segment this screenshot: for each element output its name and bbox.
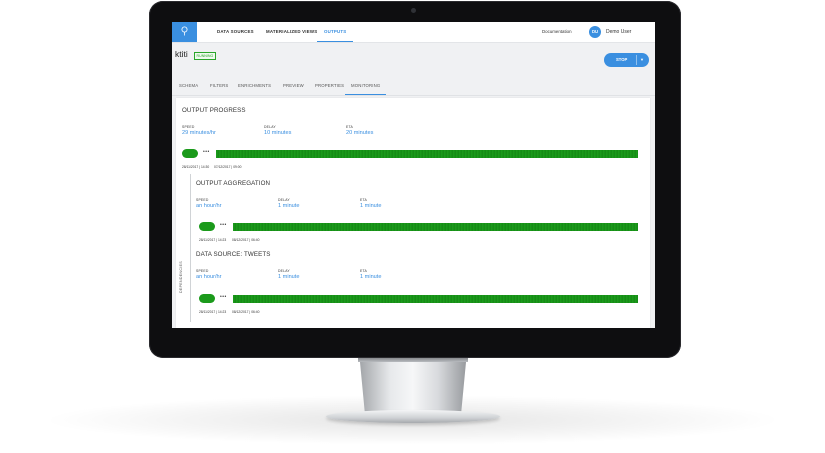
eta-label: ETA xyxy=(360,198,367,202)
speed-value: an hour/hr xyxy=(196,274,222,280)
end-timestamp: 08/12/2017 | 06:40 xyxy=(232,238,260,242)
tab-monitoring[interactable]: MONITORING xyxy=(345,77,387,95)
delay-value: 10 minutes xyxy=(264,130,292,136)
dependencies-rail xyxy=(190,174,191,322)
delay-label: DELAY xyxy=(264,125,276,129)
eta-label: ETA xyxy=(346,125,353,129)
nav-tab-materialized-views[interactable]: MATERIALIZED VIEWS xyxy=(266,22,317,41)
progress-ellipsis: ••• xyxy=(220,294,227,300)
eta-value: 1 minute xyxy=(360,203,382,209)
start-timestamp: 28/11/2017 | 14:23 xyxy=(199,310,227,314)
top-navigation: DATA SOURCES MATERIALIZED VIEWS OUTPUTS … xyxy=(172,22,655,43)
progress-ellipsis: ••• xyxy=(220,222,227,228)
progress-start-marker xyxy=(182,149,198,158)
app-screen: DATA SOURCES MATERIALIZED VIEWS OUTPUTS … xyxy=(172,22,655,328)
monitor-bezel: DATA SOURCES MATERIALIZED VIEWS OUTPUTS … xyxy=(149,1,681,358)
monitoring-panel: OUTPUT PROGRESS SPEED 29 minutes/hr DELA… xyxy=(176,98,650,328)
eta-label: ETA xyxy=(360,269,367,273)
delay-value: 1 minute xyxy=(278,203,300,209)
monitor-base xyxy=(326,410,500,423)
progress-track xyxy=(233,223,638,231)
progress-start-marker xyxy=(199,294,215,303)
speed-value: an hour/hr xyxy=(196,203,222,209)
delay-label: DELAY xyxy=(278,198,290,202)
output-tabs: SCHEMA FILTERS ENRICHMENTS PREVIEW PROPE… xyxy=(172,77,655,96)
stop-button-divider xyxy=(636,55,637,65)
tab-filters[interactable]: FILTERS xyxy=(210,77,228,94)
progress-track xyxy=(233,295,638,303)
speed-label: SPEED xyxy=(196,269,209,273)
progress-fill xyxy=(233,223,638,231)
chevron-down-icon[interactable]: ▼ xyxy=(640,53,644,67)
status-badge: RUNNING xyxy=(194,52,216,60)
avatar[interactable]: DU xyxy=(589,26,601,38)
progress-start-marker xyxy=(199,222,215,231)
speed-label: SPEED xyxy=(196,198,209,202)
end-timestamp: 07/12/2017 | 09:00 xyxy=(214,165,242,169)
nav-tab-outputs[interactable]: OUTPUTS xyxy=(317,22,354,42)
tab-enrichments[interactable]: ENRICHMENTS xyxy=(238,77,271,94)
page-title: ktiti xyxy=(175,49,188,59)
progress-fill xyxy=(233,295,638,303)
bulb-icon[interactable] xyxy=(172,22,197,42)
delay-value: 1 minute xyxy=(278,274,300,280)
section-title-data-source-tweets: DATA SOURCE: TWEETS xyxy=(196,251,271,258)
documentation-link[interactable]: Documentation xyxy=(542,22,572,42)
start-timestamp: 28/11/2017 | 14:23 xyxy=(199,238,227,242)
stop-button[interactable]: STOP ▼ xyxy=(604,53,649,67)
progress-ellipsis: ••• xyxy=(203,149,210,155)
nav-tab-data-sources[interactable]: DATA SOURCES xyxy=(217,22,254,41)
monitor-stand xyxy=(359,356,467,416)
eta-value: 20 minutes xyxy=(346,130,374,136)
progress-fill xyxy=(216,150,638,158)
speed-value: 29 minutes/hr xyxy=(182,130,216,136)
section-title-output-aggregation: OUTPUT AGGREGATION xyxy=(196,180,271,187)
tab-schema[interactable]: SCHEMA xyxy=(179,77,198,94)
end-timestamp: 08/12/2017 | 06:40 xyxy=(232,310,260,314)
stop-button-label: STOP xyxy=(616,57,628,62)
delay-label: DELAY xyxy=(278,269,290,273)
dependencies-label: DEPENDENCIES xyxy=(179,261,183,293)
camera-icon xyxy=(411,8,416,13)
eta-value: 1 minute xyxy=(360,274,382,280)
speed-label: SPEED xyxy=(182,125,195,129)
progress-track xyxy=(216,150,638,158)
section-title-output-progress: OUTPUT PROGRESS xyxy=(182,107,246,114)
tab-preview[interactable]: PREVIEW xyxy=(283,77,304,94)
start-timestamp: 28/11/2017 | 14:30 xyxy=(182,165,210,169)
user-name[interactable]: Demo User xyxy=(606,22,631,42)
tab-properties[interactable]: PROPERTIES xyxy=(315,77,344,94)
output-header: ktiti RUNNING xyxy=(172,43,655,76)
